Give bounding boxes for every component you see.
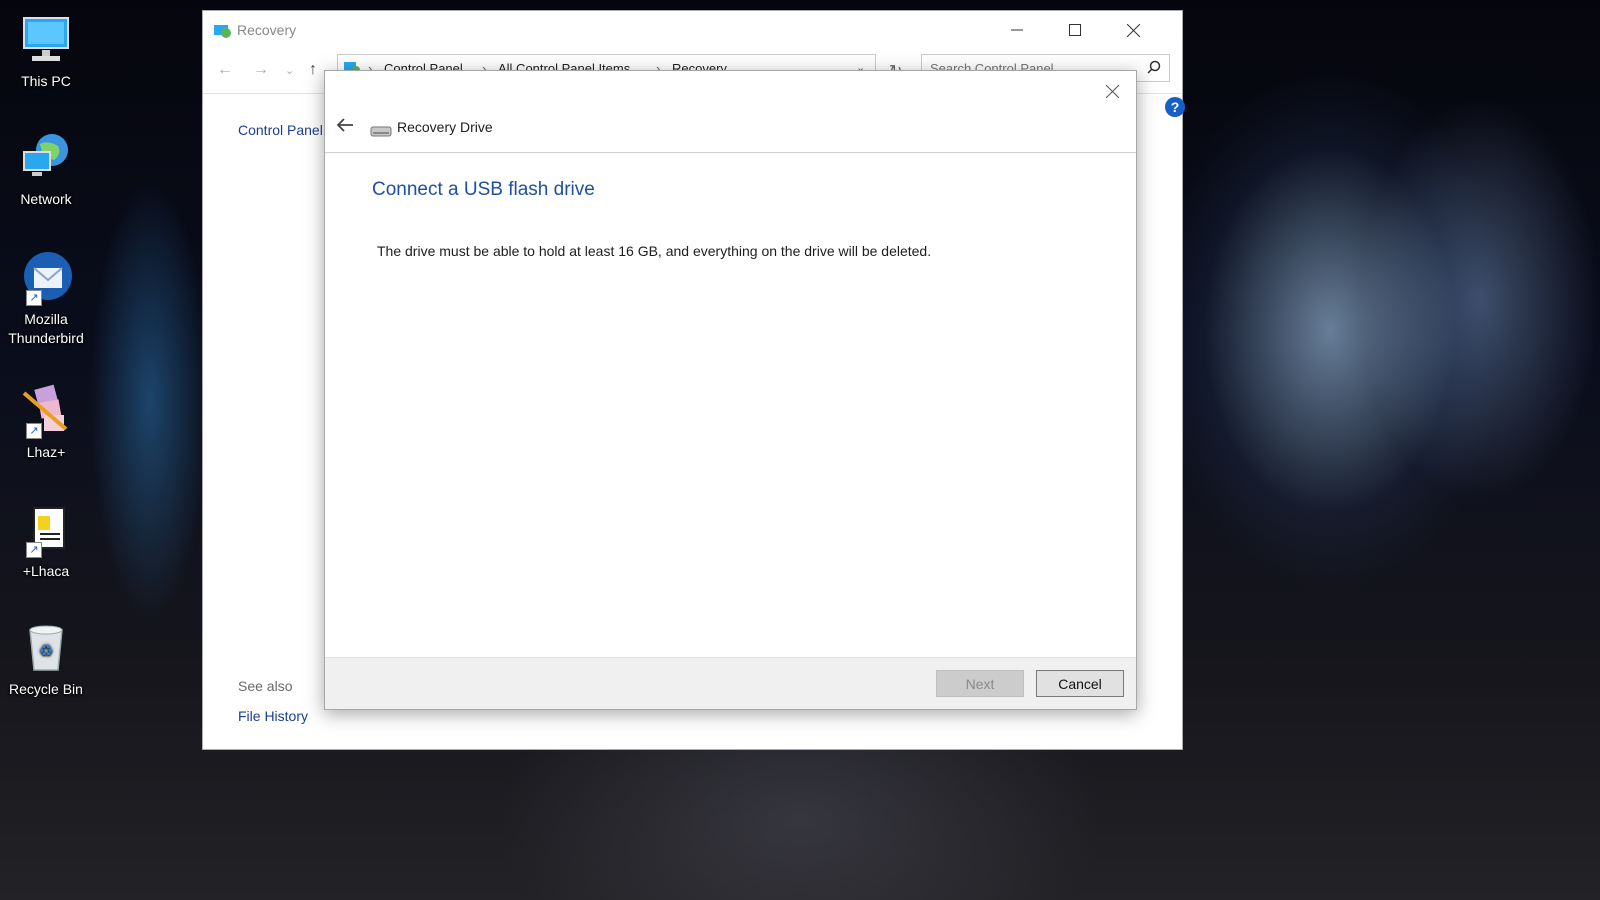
help-icon[interactable]: ? xyxy=(1165,97,1185,117)
control-panel-icon xyxy=(212,23,232,44)
svg-text:♻: ♻ xyxy=(39,641,53,660)
back-arrow-icon xyxy=(336,118,353,132)
shortcut-arrow-icon: ↗ xyxy=(26,423,42,439)
computer-icon xyxy=(18,12,74,68)
shortcut-arrow-icon: ↗ xyxy=(26,290,42,306)
search-icon[interactable] xyxy=(1147,60,1161,77)
control-panel-home-link[interactable]: Control Panel xyxy=(238,122,323,138)
desktop-icon-label: Network xyxy=(20,191,72,207)
forward-arrow-icon[interactable]: → xyxy=(253,61,269,79)
maximize-icon xyxy=(1069,24,1081,36)
dialog-close-button[interactable] xyxy=(1102,81,1122,101)
thunderbird-icon: ↗ xyxy=(18,250,74,306)
drive-icon xyxy=(370,124,392,142)
back-arrow-icon[interactable]: ← xyxy=(217,61,233,79)
desktop-icon-label: Lhaz+ xyxy=(26,444,66,460)
close-icon xyxy=(1126,23,1140,37)
up-arrow-icon[interactable]: ↑ xyxy=(309,61,317,79)
desktop-icon-lhaca[interactable]: ↗ +Lhaca xyxy=(4,502,88,581)
close-icon xyxy=(1105,84,1119,98)
next-button[interactable]: Next xyxy=(936,670,1024,697)
lhaca-archive-icon: ↗ xyxy=(18,502,74,558)
minimize-button[interactable] xyxy=(988,11,1046,49)
network-icon xyxy=(18,130,74,186)
desktop-icon-lhaz[interactable]: ↗ Lhaz+ xyxy=(4,383,88,462)
dialog-title: Recovery Drive xyxy=(397,119,493,135)
window-title: Recovery xyxy=(237,22,297,38)
lhaz-archive-icon: ↗ xyxy=(18,383,74,439)
shortcut-arrow-icon: ↗ xyxy=(26,542,42,558)
dialog-message: The drive must be able to hold at least … xyxy=(377,243,932,259)
desktop-icon-label: +Lhaca xyxy=(22,563,70,579)
desktop-icon-label: This PC xyxy=(21,73,71,89)
desktop-icon-network[interactable]: Network xyxy=(4,130,88,209)
close-button[interactable] xyxy=(1104,11,1162,49)
maximize-button[interactable] xyxy=(1046,11,1104,49)
desktop-icon-label: Recycle Bin xyxy=(9,681,83,697)
desktop-icon-recycle-bin[interactable]: ♻ Recycle Bin xyxy=(4,620,88,699)
recovery-drive-dialog: Recovery Drive Connect a USB flash drive… xyxy=(324,70,1137,710)
dialog-header: Recovery Drive xyxy=(325,71,1136,153)
file-history-link[interactable]: File History xyxy=(238,708,308,724)
desktop-icon-this-pc[interactable]: This PC xyxy=(4,12,88,91)
desktop-icon-thunderbird[interactable]: ↗ Mozilla Thunderbird xyxy=(4,250,88,348)
see-also-label: See also xyxy=(238,678,293,694)
recent-locations-chevron-icon[interactable]: ⌄ xyxy=(285,64,294,77)
dialog-back-button[interactable] xyxy=(335,117,355,138)
recycle-bin-icon: ♻ xyxy=(18,620,74,676)
dialog-footer: Next Cancel xyxy=(325,657,1136,709)
title-bar: Recovery xyxy=(203,11,1182,49)
dialog-heading: Connect a USB flash drive xyxy=(372,179,595,200)
minimize-icon xyxy=(1011,29,1023,31)
cancel-button[interactable]: Cancel xyxy=(1036,670,1124,697)
desktop-icon-label: Mozilla Thunderbird xyxy=(8,311,84,346)
